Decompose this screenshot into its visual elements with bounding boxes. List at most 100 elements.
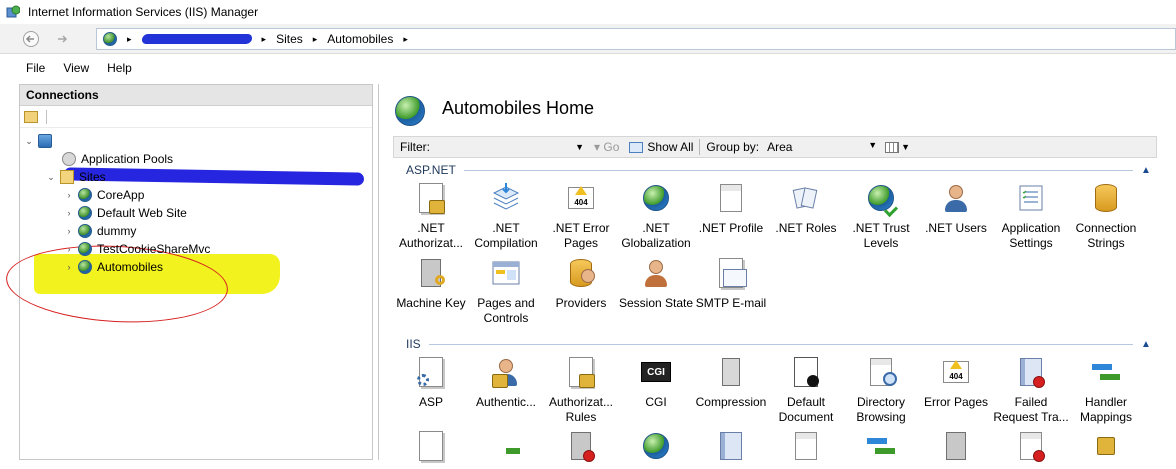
feature-net-authorization[interactable]: .NET Authorizat... xyxy=(393,182,469,251)
tree-node-server[interactable]: ⌄ xyxy=(24,132,57,150)
tree-node-dummy[interactable]: › dummy xyxy=(64,222,136,240)
feature-partial-8[interactable] xyxy=(918,430,994,469)
collapse-icon[interactable]: ▲ xyxy=(1141,165,1157,176)
tree-node-label: TestCookieShareMvc xyxy=(97,242,211,256)
address-field[interactable]: ▸ ▸ Sites ▸ Automobiles ▸ xyxy=(96,28,1176,50)
tree-node-default-web-site[interactable]: › Default Web Site xyxy=(64,204,187,222)
mail-icon xyxy=(723,269,747,287)
feature-net-profile[interactable]: .NET Profile xyxy=(693,182,769,236)
feature-partial-3[interactable] xyxy=(543,430,619,469)
website-globe-icon xyxy=(78,242,92,256)
feature-net-trust-levels[interactable]: .NET Trust Levels xyxy=(843,182,919,251)
filter-dropdown[interactable]: ▼ xyxy=(434,142,584,152)
feature-pages-and-controls[interactable]: Pages and Controls xyxy=(468,257,544,326)
user-icon xyxy=(499,359,513,373)
chevron-right-icon[interactable]: › xyxy=(64,262,74,272)
breadcrumb-sites[interactable]: Sites xyxy=(276,32,303,46)
mapping-arrows-icon xyxy=(867,436,895,456)
menu-file[interactable]: File xyxy=(26,61,45,75)
chevron-down-icon[interactable]: ⌄ xyxy=(46,172,56,183)
show-all-button[interactable]: Show All xyxy=(629,140,693,154)
feature-partial-5[interactable] xyxy=(693,430,769,469)
chevron-right-icon[interactable]: › xyxy=(64,190,74,200)
view-mode-button[interactable]: ▼ xyxy=(885,141,910,153)
connect-icon[interactable] xyxy=(24,110,38,123)
tree-node-automobiles[interactable]: › Automobiles xyxy=(64,258,163,276)
feature-failed-request-tracing[interactable]: Failed Request Tra... xyxy=(993,356,1069,425)
globe-icon xyxy=(103,32,117,46)
feature-partial-9[interactable] xyxy=(993,430,1069,469)
website-globe-icon xyxy=(78,260,92,274)
feature-directory-browsing[interactable]: Directory Browsing xyxy=(843,356,919,425)
website-globe-icon xyxy=(78,188,92,202)
tree-node-testcookiesharemvc[interactable]: › TestCookieShareMvc xyxy=(64,240,210,258)
blue-redaction-annotation xyxy=(63,167,365,186)
tree-node-sites[interactable]: ⌄ Sites xyxy=(46,168,106,186)
database-icon xyxy=(1095,184,1117,212)
feature-error-pages[interactable]: 404 Error Pages xyxy=(918,356,994,410)
feature-providers[interactable]: Providers xyxy=(543,257,619,311)
feature-smtp-email[interactable]: SMTP E-mail xyxy=(693,257,769,311)
feature-machine-key[interactable]: Machine Key xyxy=(393,257,469,311)
feature-net-users[interactable]: .NET Users xyxy=(918,182,994,236)
user-icon xyxy=(581,269,595,283)
tree-node-label: Automobiles xyxy=(97,260,164,274)
breadcrumb-separator[interactable]: ▸ xyxy=(403,34,408,45)
feature-asp[interactable]: ASP xyxy=(393,356,469,410)
checkmark-icon xyxy=(807,375,819,387)
breadcrumb-automobiles[interactable]: Automobiles xyxy=(327,32,393,46)
feature-partial-2[interactable] xyxy=(468,430,544,469)
feature-authentication[interactable]: Authentic... xyxy=(468,356,544,410)
feature-partial-7[interactable] xyxy=(843,430,919,469)
go-button[interactable]: ▾ Go xyxy=(594,140,619,154)
feature-partial-1[interactable] xyxy=(393,430,469,469)
title-bar: Internet Information Services (IIS) Mana… xyxy=(0,0,1176,24)
chevron-right-icon[interactable]: › xyxy=(64,244,74,254)
menu-bar: File View Help xyxy=(0,55,1176,81)
breadcrumb-separator: ▸ xyxy=(312,33,318,44)
tree-node-coreapp[interactable]: › CoreApp xyxy=(64,186,144,204)
feature-application-settings[interactable]: Application Settings xyxy=(993,182,1069,251)
feature-handler-mappings[interactable]: Handler Mappings xyxy=(1068,356,1144,425)
section-header-aspnet[interactable]: ASP.NET ▲ xyxy=(393,162,1157,178)
back-button[interactable] xyxy=(18,29,44,49)
feature-compression[interactable]: Compression xyxy=(693,356,769,410)
feature-partial-10[interactable] xyxy=(1068,430,1144,469)
breadcrumb-separator: ▸ xyxy=(261,33,267,44)
document-icon xyxy=(795,432,817,460)
lock-icon xyxy=(579,374,595,388)
feature-default-document[interactable]: Default Document xyxy=(768,356,844,425)
forward-arrow-icon xyxy=(58,34,68,43)
group-by-select[interactable]: Area ▼ xyxy=(767,140,877,154)
feature-net-compilation[interactable]: .NET Compilation xyxy=(468,182,544,251)
chevron-right-icon[interactable]: › xyxy=(64,226,74,236)
feature-partial-6[interactable] xyxy=(768,430,844,469)
chevron-down-icon[interactable]: ⌄ xyxy=(24,136,34,147)
collapse-icon[interactable]: ▲ xyxy=(1141,339,1157,350)
tree-node-application-pools[interactable]: Application Pools xyxy=(62,150,173,168)
error-icon xyxy=(583,450,595,462)
feature-authorization-rules[interactable]: Authorizat... Rules xyxy=(543,356,619,425)
feature-partial-4[interactable] xyxy=(618,430,694,469)
feature-net-error-pages[interactable]: 404 .NET Error Pages xyxy=(543,182,619,251)
redacted-server-name xyxy=(140,34,253,44)
features-view-pane: Automobiles Home Filter: ▼ ▾ Go Show All… xyxy=(378,84,1176,462)
lock-icon xyxy=(429,200,445,214)
website-globe-icon xyxy=(78,206,92,220)
feature-net-globalization[interactable]: .NET Globalization xyxy=(618,182,694,251)
tree-node-label: Application Pools xyxy=(81,152,174,166)
section-header-iis[interactable]: IIS ▲ xyxy=(393,336,1157,352)
feature-net-roles[interactable]: .NET Roles xyxy=(768,182,844,236)
chevron-right-icon[interactable]: › xyxy=(64,208,74,218)
forward-button[interactable] xyxy=(50,29,76,49)
feature-cgi[interactable]: CGI CGI xyxy=(618,356,694,410)
tree-node-label: Default Web Site xyxy=(97,206,187,220)
feature-connection-strings[interactable]: Connection Strings xyxy=(1068,182,1144,251)
menu-view[interactable]: View xyxy=(63,61,89,75)
menu-help[interactable]: Help xyxy=(107,61,132,75)
filter-divider xyxy=(699,139,701,155)
feature-session-state[interactable]: Session State xyxy=(618,257,694,311)
breadcrumb-separator: ▸ xyxy=(127,33,132,44)
group-by-label: Group by: xyxy=(706,140,760,154)
filter-label: Filter: xyxy=(400,140,430,154)
